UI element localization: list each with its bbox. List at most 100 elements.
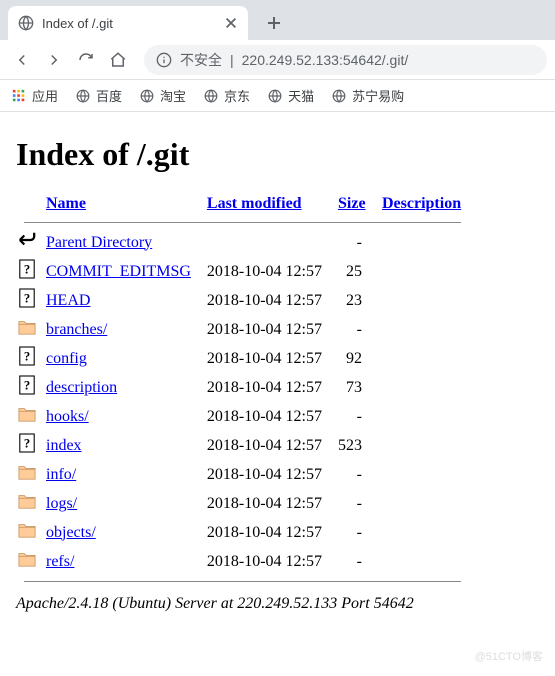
entry-link[interactable]: HEAD (46, 292, 90, 309)
entry-modified: 2018-10-04 12:57 (199, 344, 330, 373)
folder-icon (18, 520, 36, 540)
back-arrow-icon (18, 230, 36, 250)
entry-size: 73 (330, 373, 374, 402)
folder-icon (18, 491, 36, 511)
entry-size: - (330, 518, 374, 547)
col-name[interactable]: Name (46, 195, 86, 212)
entry-link[interactable]: objects/ (46, 524, 96, 541)
bookmark-item[interactable]: 百度 (76, 86, 122, 105)
insecure-label: 不安全 (180, 50, 222, 70)
folder-icon (18, 404, 36, 424)
svg-text:?: ? (24, 292, 30, 306)
table-row: ? index 2018-10-04 12:57523 (16, 431, 469, 460)
entry-link[interactable]: logs/ (46, 495, 77, 512)
table-row: objects/2018-10-04 12:57- (16, 518, 469, 547)
back-button[interactable] (8, 46, 36, 74)
browser-tab[interactable]: Index of /.git (8, 6, 248, 40)
arrow-right-icon (45, 51, 63, 69)
table-row: logs/2018-10-04 12:57- (16, 489, 469, 518)
page-title: Index of /.git (16, 136, 539, 173)
header-row: Name Last modified Size Description (16, 191, 469, 217)
info-icon[interactable] (156, 52, 172, 68)
globe-icon (140, 89, 154, 103)
entry-modified: 2018-10-04 12:57 (199, 431, 330, 460)
entry-modified: 2018-10-04 12:57 (199, 460, 330, 489)
entry-link[interactable]: description (46, 379, 117, 396)
unknown-file-icon: ? (18, 288, 36, 308)
col-description[interactable]: Description (382, 195, 461, 212)
entry-modified: 2018-10-04 12:57 (199, 489, 330, 518)
tab-bar: Index of /.git (0, 0, 555, 40)
bookmark-item[interactable]: 京东 (204, 86, 250, 105)
entry-modified: 2018-10-04 12:57 (199, 286, 330, 315)
apps-icon (12, 89, 26, 103)
unknown-file-icon: ? (18, 433, 36, 453)
table-row: ?HEAD2018-10-04 12:5723 (16, 286, 469, 315)
entry-link[interactable]: info/ (46, 466, 76, 483)
table-row: info/2018-10-04 12:57- (16, 460, 469, 489)
globe-icon (76, 89, 90, 103)
parent-size: - (330, 228, 374, 257)
globe-icon (204, 89, 218, 103)
svg-text:?: ? (24, 379, 30, 393)
table-row: ? COMMIT_EDITMSG 2018-10-04 12:5725 (16, 257, 469, 286)
reload-icon (77, 51, 95, 69)
home-button[interactable] (104, 46, 132, 74)
entry-size: - (330, 402, 374, 431)
divider (24, 581, 461, 582)
toolbar: 不安全 | 220.249.52.133:54642/.git/ (0, 40, 555, 80)
entry-size: - (330, 460, 374, 489)
entry-size: 92 (330, 344, 374, 373)
col-modified[interactable]: Last modified (207, 195, 302, 212)
svg-text:?: ? (24, 437, 30, 451)
bookmark-item[interactable]: 苏宁易购 (332, 86, 404, 105)
new-tab-button[interactable] (258, 6, 290, 40)
globe-icon (332, 89, 346, 103)
watermark: @51CTO博客 (475, 648, 543, 664)
table-row: branches/2018-10-04 12:57- (16, 315, 469, 344)
entry-size: 523 (330, 431, 374, 460)
entry-size: 25 (330, 257, 374, 286)
globe-icon (18, 15, 34, 31)
entry-modified: 2018-10-04 12:57 (199, 315, 330, 344)
entry-link[interactable]: branches/ (46, 321, 107, 338)
entry-modified: 2018-10-04 12:57 (199, 257, 330, 286)
entry-link[interactable]: refs/ (46, 553, 74, 570)
folder-icon (18, 462, 36, 482)
unknown-file-icon: ? (18, 346, 36, 366)
bookmark-item[interactable]: 天猫 (268, 86, 314, 105)
entry-modified: 2018-10-04 12:57 (199, 547, 330, 576)
apps-button[interactable]: 应用 (12, 86, 58, 105)
col-size[interactable]: Size (338, 195, 366, 212)
bookmarks-bar: 应用 百度 淘宝京东天猫 苏宁易购 (0, 80, 555, 112)
entry-size: - (330, 315, 374, 344)
parent-row: Parent Directory - (16, 228, 469, 257)
entry-link[interactable]: hooks/ (46, 408, 89, 425)
arrow-left-icon (13, 51, 31, 69)
entry-size: - (330, 547, 374, 576)
unknown-file-icon: ? (18, 375, 36, 395)
forward-button[interactable] (40, 46, 68, 74)
tab-title: Index of /.git (42, 16, 216, 31)
bookmark-label: 百度 (96, 86, 122, 105)
entry-link[interactable]: index (46, 437, 82, 454)
home-icon (109, 51, 127, 69)
bookmark-label: 淘宝 (160, 86, 186, 105)
entry-size: - (330, 489, 374, 518)
parent-link[interactable]: Parent Directory (46, 234, 152, 251)
bookmark-label: 苏宁易购 (352, 86, 404, 105)
unknown-file-icon: ? (18, 259, 36, 279)
entry-modified: 2018-10-04 12:57 (199, 518, 330, 547)
divider (24, 222, 461, 223)
table-row: refs/2018-10-04 12:57- (16, 547, 469, 576)
close-icon[interactable] (224, 16, 238, 30)
address-bar[interactable]: 不安全 | 220.249.52.133:54642/.git/ (144, 45, 547, 75)
entry-link[interactable]: COMMIT_EDITMSG (46, 263, 191, 280)
reload-button[interactable] (72, 46, 100, 74)
folder-icon (18, 317, 36, 337)
entry-link[interactable]: config (46, 350, 87, 367)
globe-icon (268, 89, 282, 103)
apps-label: 应用 (32, 86, 58, 105)
bookmark-item[interactable]: 淘宝 (140, 86, 186, 105)
separator: | (230, 52, 234, 68)
